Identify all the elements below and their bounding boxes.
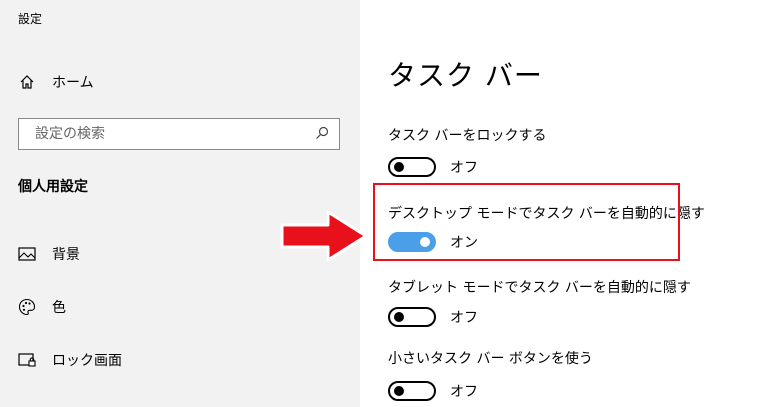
setting-label-autohide-tablet: タブレット モードでタスク バーを自動的に隠す xyxy=(388,280,691,296)
sidebar-item-home-label: ホーム xyxy=(52,75,94,91)
sidebar-item-color-label: 色 xyxy=(52,300,66,316)
sidebar: 設定 ホーム 個人用設定 xyxy=(0,0,360,407)
toggle-state-text: オフ xyxy=(450,384,478,400)
sidebar-item-lock-screen[interactable]: ロック画面 xyxy=(18,346,122,374)
small-buttons-toggle[interactable] xyxy=(388,381,436,401)
toggle-knob xyxy=(394,386,404,396)
section-heading: 個人用設定 xyxy=(18,179,88,195)
sidebar-item-background[interactable]: 背景 xyxy=(18,240,80,268)
palette-icon xyxy=(18,298,36,316)
setting-row-lock-taskbar: オフ xyxy=(388,155,478,179)
sidebar-item-home[interactable]: ホーム xyxy=(18,68,94,96)
setting-row-small-buttons: オフ xyxy=(388,379,478,403)
highlight-box xyxy=(373,183,680,261)
red-arrow-icon xyxy=(278,208,370,268)
lock-taskbar-toggle[interactable] xyxy=(388,157,436,177)
page-title: タスク バー xyxy=(388,59,543,92)
setting-label-small-buttons: 小さいタスク バー ボタンを使う xyxy=(388,351,593,367)
sidebar-item-lock-screen-label: ロック画面 xyxy=(52,353,122,369)
setting-row-autohide-tablet: オフ xyxy=(388,305,478,329)
search-icon[interactable] xyxy=(315,125,329,144)
toggle-state-text: オフ xyxy=(450,310,478,326)
lock-screen-icon xyxy=(18,351,36,369)
settings-window: 設定 ホーム 個人用設定 xyxy=(0,0,768,407)
app-title: 設定 xyxy=(18,12,43,26)
sidebar-item-background-label: 背景 xyxy=(52,247,80,263)
autohide-tablet-toggle[interactable] xyxy=(388,307,436,327)
home-icon xyxy=(18,73,36,91)
search-box[interactable] xyxy=(18,118,340,150)
toggle-state-text: オフ xyxy=(450,160,478,176)
sidebar-item-color[interactable]: 色 xyxy=(18,293,66,321)
toggle-knob xyxy=(394,312,404,322)
picture-icon xyxy=(18,245,36,263)
search-input[interactable] xyxy=(33,125,315,143)
setting-label-lock-taskbar: タスク バーをロックする xyxy=(388,128,547,144)
toggle-knob xyxy=(394,162,404,172)
